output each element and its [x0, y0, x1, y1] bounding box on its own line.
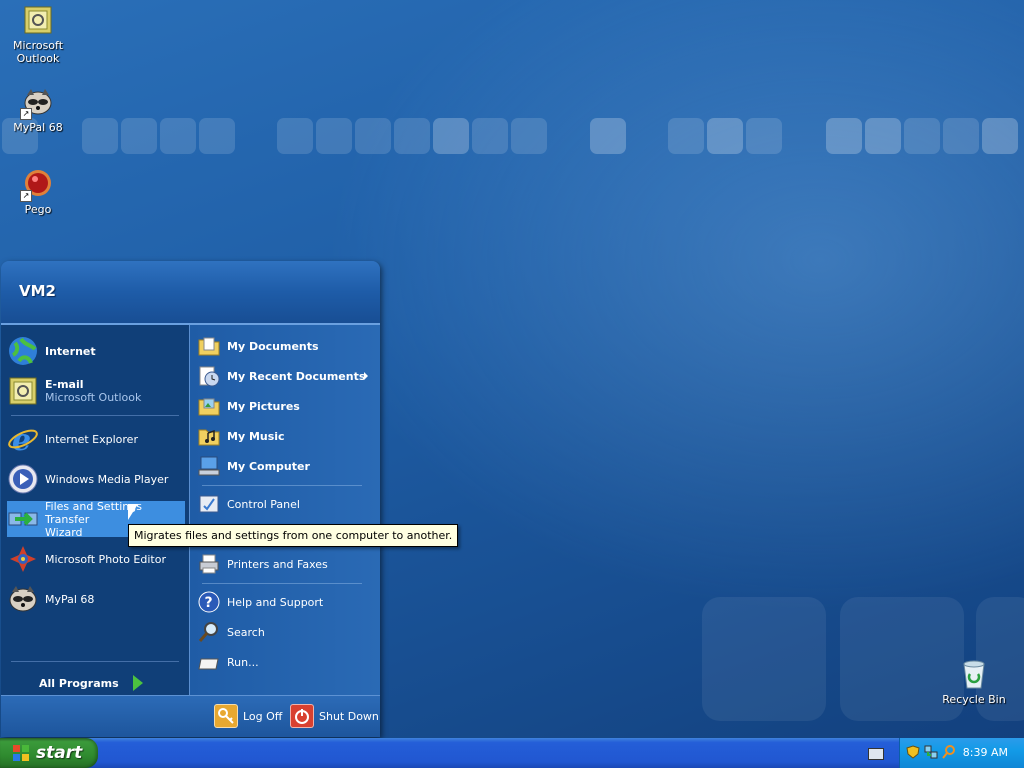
menu-item-label: Files and Settings Transfer [45, 499, 142, 526]
submenu-arrow-icon [364, 372, 368, 380]
mouse-cursor-icon [128, 504, 138, 520]
menu-item-label: E-mail [45, 378, 84, 391]
menu-separator [202, 485, 362, 486]
menu-separator [11, 415, 179, 416]
desktop-icon-recycle-bin[interactable]: Recycle Bin [936, 658, 1012, 706]
transfer-wizard-icon [7, 503, 39, 535]
folder-music-icon [198, 425, 220, 447]
internet-explorer-icon: e [7, 423, 39, 458]
menu-item-mypal[interactable]: MyPal 68 [7, 581, 185, 617]
menu-separator [202, 583, 362, 584]
menu-item-run[interactable]: Run... [198, 649, 376, 675]
security-shield-icon[interactable] [906, 745, 920, 759]
shut-down-label: Shut Down [319, 709, 379, 723]
menu-item-my-pictures[interactable]: My Pictures [198, 393, 376, 419]
menu-item-label: Help and Support [227, 595, 324, 609]
menu-item-label: My Recent Documents [227, 369, 366, 383]
start-button[interactable]: start [0, 738, 98, 768]
green-arrow-icon [132, 675, 143, 691]
menu-item-my-documents[interactable]: My Documents [198, 333, 376, 359]
menu-item-control-panel[interactable]: Control Panel [198, 491, 376, 517]
menu-item-label: My Computer [227, 459, 310, 473]
photo-editor-icon [7, 543, 39, 575]
desktop-icon-label: Outlook [16, 52, 60, 65]
menu-separator [11, 661, 179, 662]
menu-item-label: My Music [227, 429, 285, 443]
desktop-icon-outlook[interactable]: Microsoft Outlook [0, 4, 76, 65]
windows-flag-icon [12, 744, 30, 762]
folder-pictures-icon [198, 395, 220, 417]
start-menu: VM2 Internet E-mail Microsoft Outlook e [1, 261, 380, 737]
outlook-icon [22, 4, 54, 36]
power-icon [290, 704, 314, 728]
desktop-icon-label: MyPal 68 [13, 121, 63, 134]
pego-icon: ↗ [20, 168, 54, 202]
menu-item-label: Internet Explorer [45, 432, 138, 446]
control-panel-icon [198, 493, 220, 515]
menu-item-media-player[interactable]: Windows Media Player [7, 461, 185, 497]
menu-item-my-computer[interactable]: My Computer [198, 453, 376, 479]
taskbar: start 8:39 AM [0, 738, 1024, 768]
menu-item-label: Printers and Faxes [227, 557, 328, 571]
menu-item-printers[interactable]: Printers and Faxes [198, 551, 376, 577]
system-tray: 8:39 AM [899, 738, 1024, 768]
menu-item-label: My Pictures [227, 399, 300, 413]
menu-item-search[interactable]: Search [198, 619, 376, 645]
menu-item-label: Microsoft Photo Editor [45, 552, 166, 566]
start-menu-header: VM2 [1, 261, 380, 325]
svg-text:e: e [12, 423, 31, 455]
menu-item-label: Search [227, 625, 265, 639]
search-icon[interactable] [942, 745, 956, 759]
shortcut-arrow-icon: ↗ [20, 108, 32, 120]
menu-item-label: Control Panel [227, 497, 300, 511]
keyboard-icon[interactable] [868, 748, 884, 760]
shut-down-button[interactable]: Shut Down [290, 704, 379, 728]
menu-item-label: Run... [227, 655, 259, 669]
help-icon: ? [198, 591, 220, 613]
all-programs-button[interactable]: All Programs [39, 675, 143, 691]
recycle-bin-icon [958, 658, 990, 690]
desktop-icon-label: Microsoft [12, 39, 64, 52]
key-icon [214, 704, 238, 728]
raccoon-icon: ↗ [20, 86, 54, 120]
start-menu-footer: Log Off Shut Down [1, 695, 380, 737]
menu-item-email[interactable]: E-mail Microsoft Outlook [7, 373, 185, 409]
svg-text:?: ? [205, 595, 213, 611]
menu-item-sublabel: Microsoft Outlook [45, 391, 142, 404]
shortcut-arrow-icon: ↗ [20, 190, 32, 202]
menu-item-label: Internet [45, 344, 96, 358]
menu-item-label: MyPal 68 [45, 592, 95, 606]
log-off-button[interactable]: Log Off [214, 704, 282, 728]
outlook-icon [7, 375, 39, 407]
desktop-icon-mypal[interactable]: ↗ MyPal 68 [0, 86, 76, 134]
printer-icon [198, 553, 220, 575]
start-menu-left-pane: Internet E-mail Microsoft Outlook e Inte… [1, 325, 189, 695]
desktop-icon-label: Pego [24, 203, 52, 216]
globe-icon [7, 335, 39, 367]
menu-item-internet-explorer[interactable]: e Internet Explorer [7, 421, 185, 458]
computer-icon [198, 455, 220, 477]
menu-item-internet[interactable]: Internet [7, 333, 185, 369]
desktop-icon-label: Recycle Bin [942, 693, 1006, 706]
run-icon [198, 651, 220, 673]
all-programs-label: All Programs [39, 676, 119, 690]
folder-documents-icon [198, 335, 220, 357]
menu-item-label: My Documents [227, 339, 319, 353]
start-label: start [36, 743, 83, 763]
menu-item-label: Windows Media Player [45, 472, 169, 486]
media-player-icon [7, 463, 39, 495]
raccoon-icon [7, 583, 39, 615]
menu-item-my-music[interactable]: My Music [198, 423, 376, 449]
user-name: VM2 [19, 282, 56, 300]
recent-documents-icon [198, 365, 220, 387]
log-off-label: Log Off [243, 709, 283, 723]
menu-item-recent-documents[interactable]: My Recent Documents [198, 363, 376, 389]
start-menu-right-pane: My Documents My Recent Documents My Pict… [189, 325, 380, 695]
search-icon [198, 621, 220, 643]
tooltip: Migrates files and settings from one com… [128, 524, 459, 547]
menu-item-help[interactable]: ? Help and Support [198, 589, 376, 615]
desktop-icon-pego[interactable]: ↗ Pego [0, 168, 76, 216]
clock[interactable]: 8:39 AM [963, 746, 1008, 759]
network-icon[interactable] [924, 745, 938, 759]
